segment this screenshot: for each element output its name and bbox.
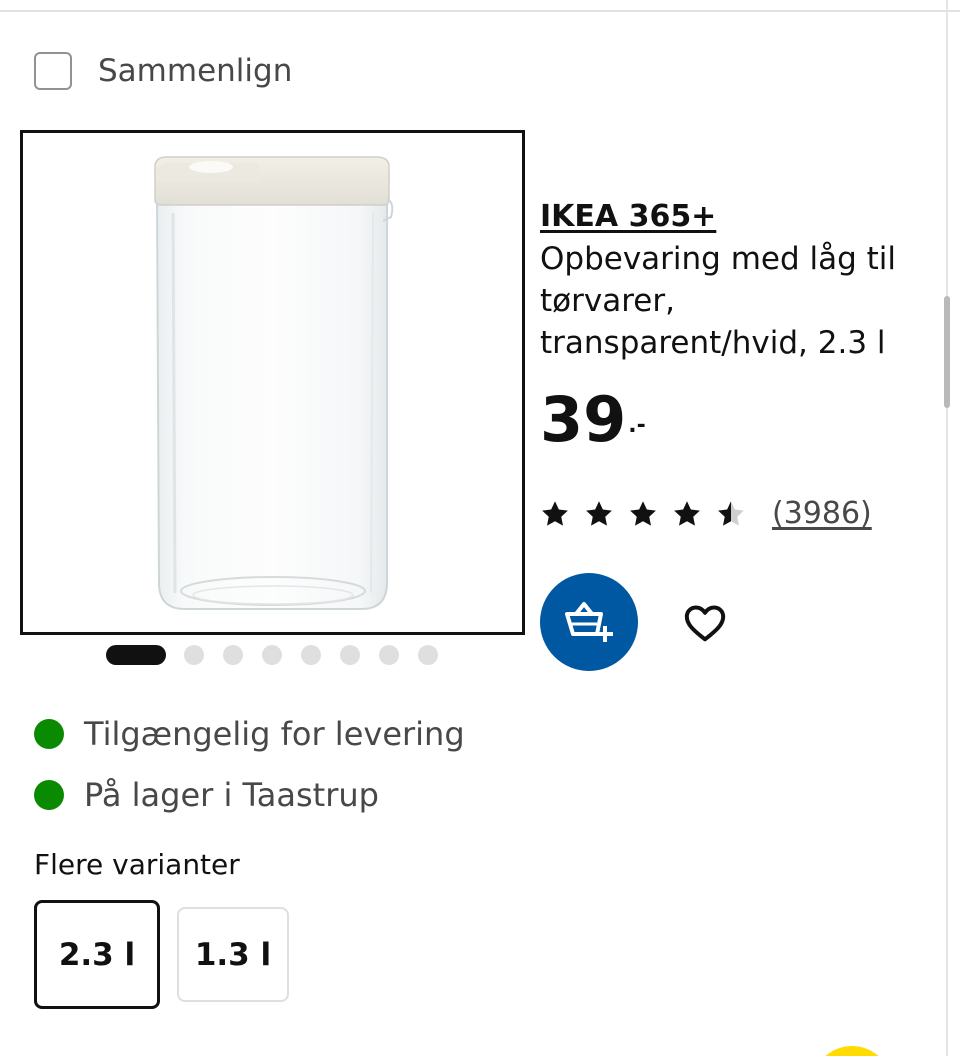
floating-badge[interactable]: [812, 1046, 892, 1056]
variant-option[interactable]: 1.3 l: [177, 907, 289, 1002]
product-description: Opbevaring med låg til tørvarer, transpa…: [540, 241, 897, 361]
variant-option-selected[interactable]: 2.3 l: [34, 900, 160, 1009]
status-dot-icon: [34, 719, 64, 749]
carousel-dot[interactable]: [184, 645, 204, 665]
product-info: IKEA 365+ Opbevaring med låg til tørvare…: [540, 196, 940, 364]
carousel-dot[interactable]: [340, 645, 360, 665]
carousel-dot[interactable]: [223, 645, 243, 665]
star-icon: [586, 500, 612, 526]
product-rating[interactable]: (3986): [540, 496, 872, 531]
price-suffix: .-: [628, 413, 646, 438]
carousel-dot-active[interactable]: [106, 645, 166, 665]
add-to-cart-button[interactable]: [540, 573, 638, 671]
star-icon: [542, 500, 568, 526]
carousel-dot[interactable]: [379, 645, 399, 665]
carousel-dot[interactable]: [301, 645, 321, 665]
top-divider: [0, 10, 960, 12]
right-divider: [946, 0, 948, 1056]
storage-container-image: [154, 156, 394, 610]
compare-checkbox[interactable]: [34, 52, 72, 90]
carousel-dot[interactable]: [262, 645, 282, 665]
status-dot-icon: [34, 780, 64, 810]
carousel-dot[interactable]: [418, 645, 438, 665]
product-brand-link[interactable]: IKEA 365+: [540, 196, 940, 238]
star-icon: [630, 500, 656, 526]
heart-icon: [684, 605, 726, 642]
availability-text[interactable]: På lager i Taastrup: [84, 776, 379, 814]
availability-text: Tilgængelig for levering: [84, 715, 465, 753]
favorite-button[interactable]: [672, 590, 738, 656]
product-card: Sammenlign IKEA 365+ Opbevaring med låg …: [0, 0, 960, 1056]
compare-control[interactable]: Sammenlign: [34, 52, 292, 90]
availability-store: På lager i Taastrup: [34, 775, 379, 815]
availability-delivery: Tilgængelig for levering: [34, 714, 465, 754]
price-amount: 39: [540, 383, 627, 456]
half-star-icon: [718, 500, 744, 526]
product-price: 39.-: [540, 380, 646, 460]
scrollbar-thumb[interactable]: [944, 296, 950, 408]
rating-count-link[interactable]: (3986): [772, 496, 872, 531]
star-icon: [674, 500, 700, 526]
compare-label: Sammenlign: [98, 53, 293, 89]
rating-stars: [540, 499, 760, 529]
variants-title: Flere varianter: [34, 848, 240, 881]
image-carousel-indicator: [106, 645, 457, 665]
basket-plus-icon: [565, 602, 613, 642]
product-image[interactable]: [20, 130, 525, 635]
